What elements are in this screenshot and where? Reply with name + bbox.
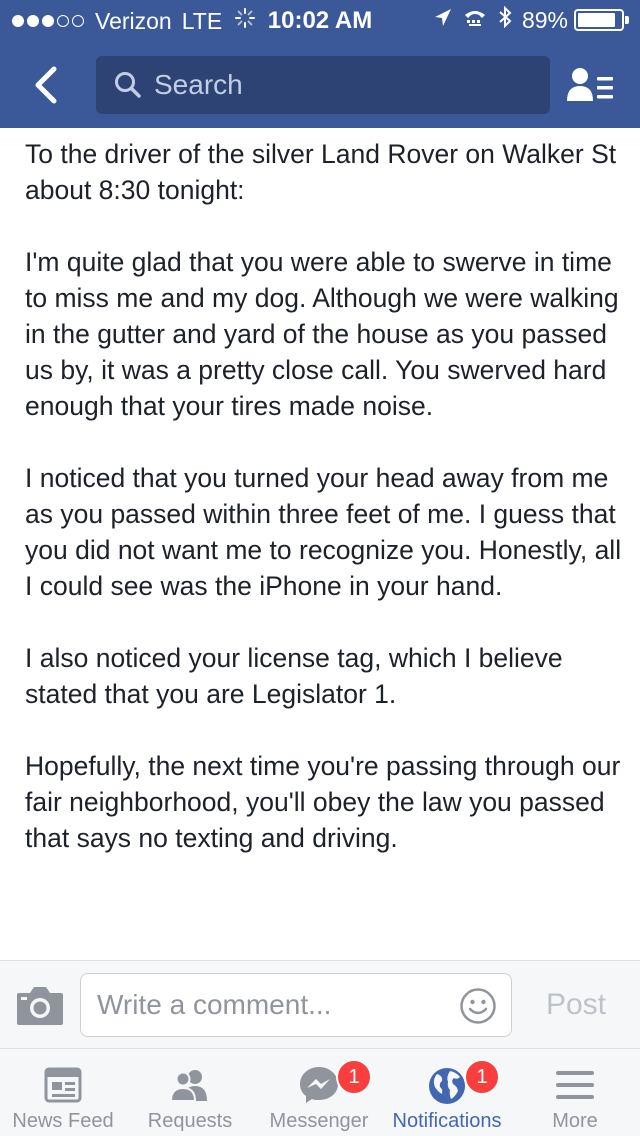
friend-list-icon	[567, 68, 613, 101]
search-input[interactable]	[154, 69, 534, 101]
notifications-badge: 1	[464, 1059, 500, 1095]
messenger-icon	[300, 1067, 338, 1103]
tab-more[interactable]: More	[510, 1049, 640, 1136]
globe-icon	[429, 1068, 465, 1104]
news-feed-icon	[44, 1067, 82, 1103]
location-arrow-icon	[434, 7, 462, 34]
tab-news-feed[interactable]: News Feed	[0, 1049, 126, 1136]
status-bar: Verizon LTE 10:02 AM 89%	[0, 0, 640, 40]
camera-button[interactable]	[16, 983, 64, 1027]
messenger-badge: 1	[336, 1059, 372, 1095]
tab-label: More	[552, 1110, 598, 1132]
bottom-tab-bar: News Feed Requests 1 Messenger 1 Notific…	[0, 1048, 640, 1136]
tty-icon	[462, 7, 498, 34]
search-bar[interactable]	[96, 56, 550, 114]
comment-composer: Post	[0, 960, 640, 1048]
post-body-text: To the driver of the silver Land Rover o…	[25, 139, 622, 853]
post-content: To the driver of the silver Land Rover o…	[0, 128, 640, 960]
sticker-button[interactable]	[459, 987, 497, 1025]
bluetooth-icon	[498, 5, 522, 34]
top-bar: Verizon LTE 10:02 AM 89% Search	[0, 0, 640, 128]
menu-icon	[556, 1071, 594, 1099]
friend-list-button[interactable]	[566, 62, 616, 108]
smiley-icon	[460, 988, 496, 1024]
comment-input[interactable]	[97, 989, 437, 1021]
tab-label: Notifications	[392, 1110, 502, 1132]
tab-label: Messenger	[269, 1110, 369, 1132]
tab-label: Requests	[147, 1110, 233, 1132]
tab-requests[interactable]: Requests	[126, 1049, 254, 1136]
tab-label: News Feed	[12, 1110, 114, 1132]
post-comment-button[interactable]: Post	[528, 983, 624, 1027]
tab-messenger[interactable]: 1 Messenger	[254, 1049, 384, 1136]
comment-field[interactable]	[80, 973, 512, 1037]
back-button[interactable]	[26, 62, 66, 108]
battery-icon	[574, 9, 629, 31]
friend-requests-icon	[169, 1070, 207, 1102]
search-icon	[114, 71, 142, 99]
camera-icon	[17, 987, 63, 1025]
chevron-left-icon	[35, 66, 57, 104]
tab-notifications[interactable]: 1 Notifications	[384, 1049, 510, 1136]
battery-percentage: 89%	[521, 6, 568, 33]
